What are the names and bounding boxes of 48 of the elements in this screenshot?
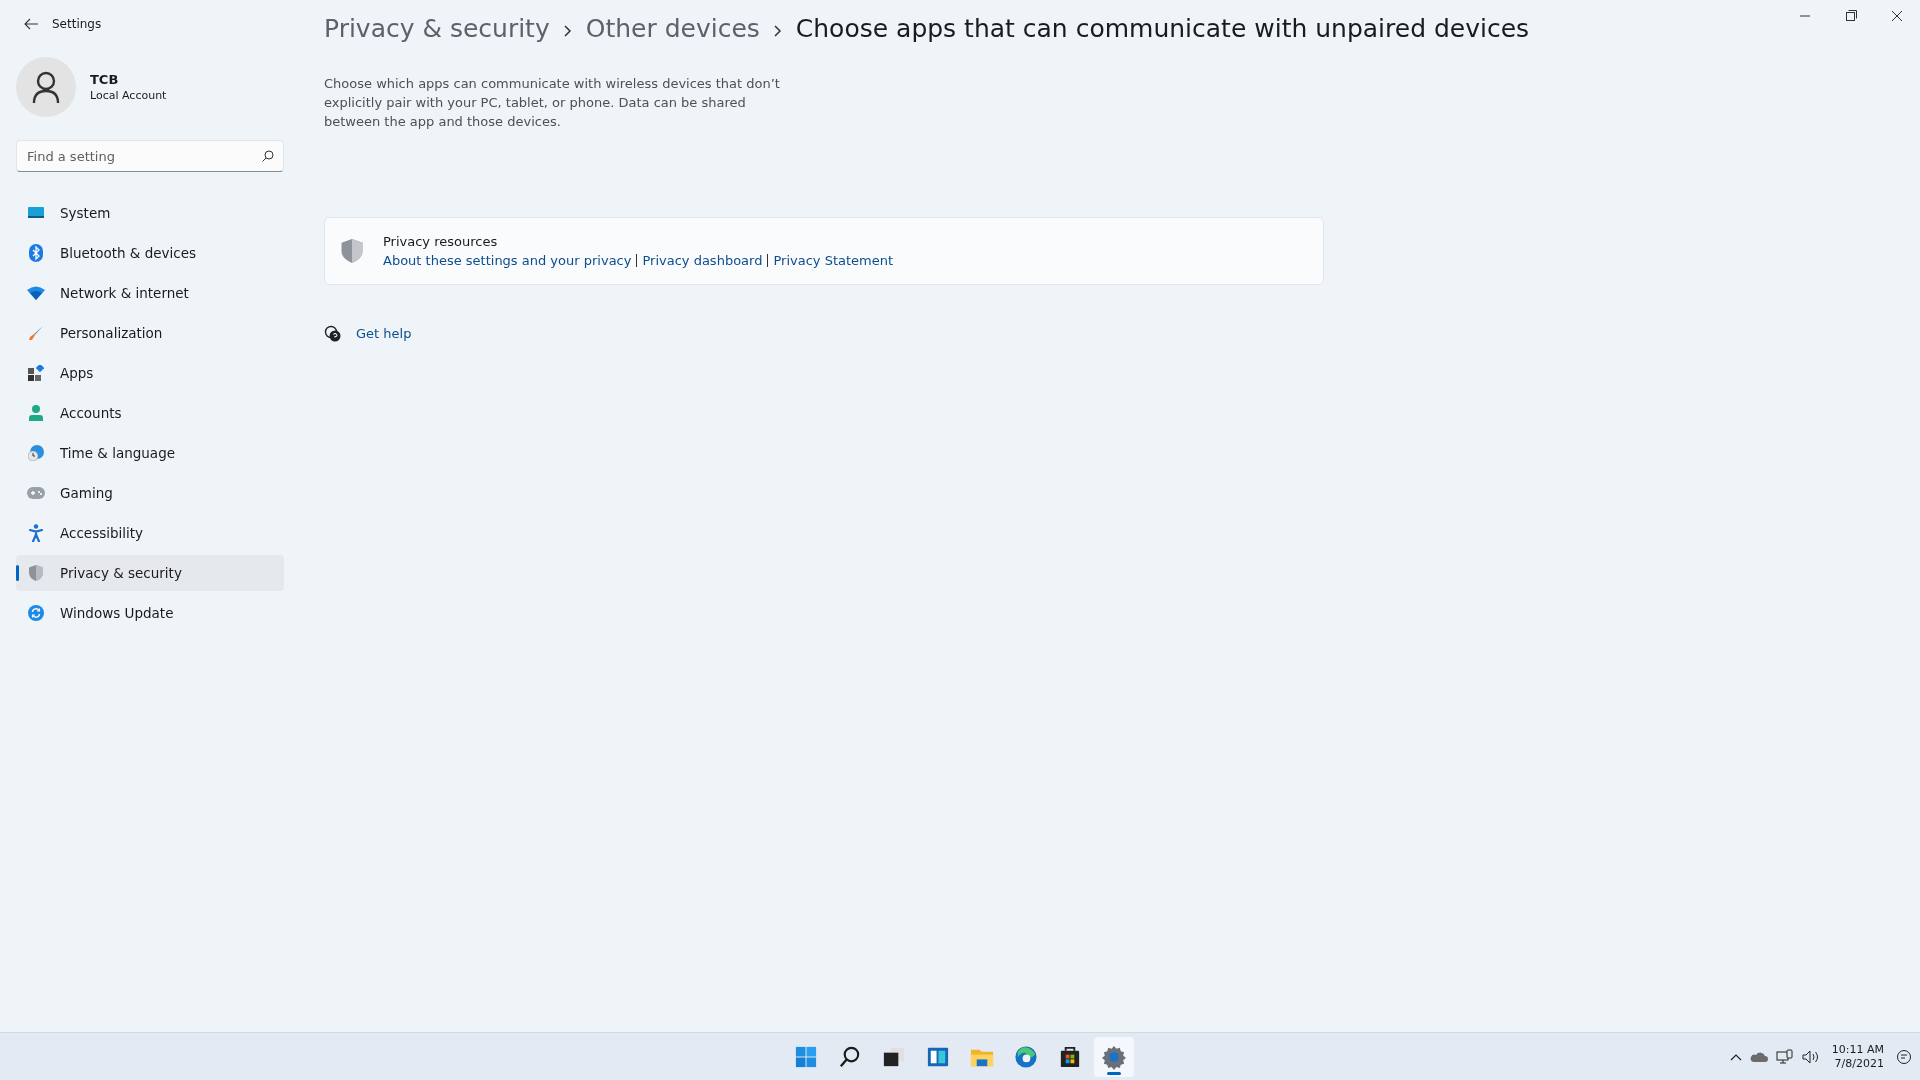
nav-item[interactable]: Apps	[16, 355, 284, 391]
privacy-link[interactable]: Privacy dashboard	[642, 253, 763, 268]
nav-item[interactable]: Accounts	[16, 395, 284, 431]
chevron-icon	[563, 24, 572, 37]
search-field[interactable]: Find a setting	[16, 140, 284, 172]
breadcrumb-link[interactable]: Privacy & security	[324, 13, 550, 43]
nav-item[interactable]: Network & internet	[16, 275, 284, 311]
chevron-icon	[773, 24, 782, 37]
description-text: Choose which apps can communicate with wireless devices that don’t explicitly pair with your PC, tablet, or phone. Data can be shared between the app and those devices.	[324, 75, 781, 131]
notification-icon[interactable]	[1896, 1048, 1912, 1065]
globe-clock-icon	[28, 445, 44, 461]
chevron-up-icon[interactable]	[1729, 1052, 1742, 1061]
shield-icon	[341, 239, 363, 263]
nav-item[interactable]: Accessibility	[16, 515, 284, 551]
breadcrumb-link[interactable]: Other devices	[585, 13, 760, 43]
network-icon[interactable]	[1775, 1048, 1794, 1065]
account-name: TCB	[90, 72, 120, 87]
window-title: Settings	[52, 17, 102, 31]
sync-icon	[28, 605, 44, 621]
account-type: Local Account	[90, 89, 167, 102]
cloud-icon[interactable]	[1749, 1050, 1768, 1063]
nav-item[interactable]: System	[16, 195, 284, 231]
card-title: Privacy resources	[383, 234, 499, 249]
help-link[interactable]: Get help	[356, 326, 412, 341]
clock[interactable]: 10:11 AM 7/8/2021	[1827, 1042, 1888, 1071]
nav-item[interactable]: Bluetooth & devices	[16, 235, 284, 271]
nav-item[interactable]: Privacy & security	[16, 555, 284, 591]
privacy-link[interactable]: Privacy Statement	[773, 253, 894, 268]
back-arrow-icon[interactable]	[24, 18, 38, 30]
nav-item[interactable]: Windows Update	[16, 595, 284, 631]
speaker-icon[interactable]	[1801, 1049, 1820, 1064]
wifi-icon	[27, 286, 45, 300]
page-title: Choose apps that can communicate with unpaired devices	[795, 13, 1530, 43]
privacy-link[interactable]: About these settings and your privacy	[383, 253, 632, 268]
brush-icon	[28, 325, 44, 341]
apps-icon	[28, 365, 44, 381]
accessibility-icon	[29, 524, 43, 542]
nav-item[interactable]: Personalization	[16, 315, 284, 351]
browser-icon	[1013, 1043, 1039, 1070]
nav-item[interactable]: Gaming	[16, 475, 284, 511]
search-icon	[262, 150, 274, 162]
monitor-icon	[28, 206, 44, 220]
shield-icon	[29, 565, 43, 581]
bluetooth-icon	[29, 244, 43, 262]
help-icon	[324, 325, 342, 342]
person-icon	[28, 405, 44, 421]
gamepad-icon	[27, 487, 45, 499]
nav-item[interactable]: Time & language	[16, 435, 284, 471]
